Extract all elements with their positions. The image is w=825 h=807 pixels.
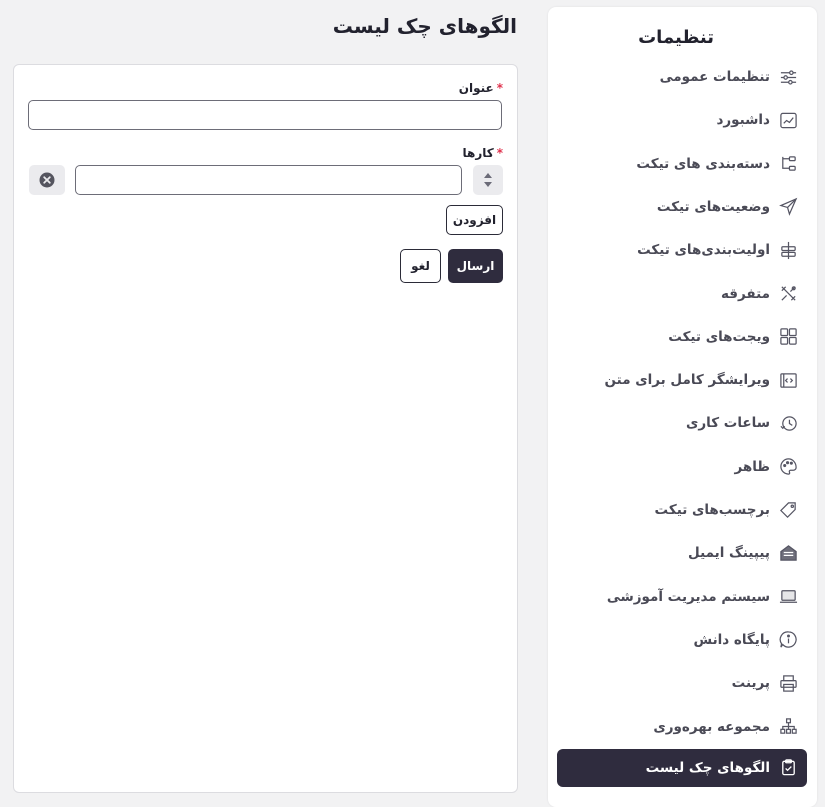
dashboard-chart-icon <box>778 110 798 130</box>
priority-layers-icon <box>778 240 798 260</box>
remove-task-button[interactable] <box>29 165 65 195</box>
sidebar-item-label: سیستم مدیریت آموزشی <box>606 588 770 605</box>
sidebar-item-dashboard-chart[interactable]: داشبورد <box>557 101 807 139</box>
sidebar-item-tools[interactable]: متفرقه <box>557 275 807 313</box>
info-bubble-icon <box>778 630 798 650</box>
send-arrow-icon <box>778 197 798 217</box>
sidebar-item-info-bubble[interactable]: پایگاه دانش <box>557 621 807 659</box>
cancel-button[interactable]: لغو <box>400 249 441 283</box>
title-field-label: *عنوان <box>458 81 503 95</box>
hierarchy-icon <box>778 717 798 737</box>
sidebar-item-label: ویرایشگر کامل برای متن <box>604 372 770 389</box>
required-mark: * <box>496 81 503 95</box>
code-editor-icon <box>778 370 798 390</box>
tasks-field-label: *کارها <box>462 146 504 160</box>
checklist-form-card: *عنوان *کارها افزودن ارسال لغو <box>13 64 518 793</box>
sidebar-item-label: پیپینگ ایمیل <box>688 545 770 562</box>
required-mark: * <box>496 146 503 160</box>
add-task-button[interactable]: افزودن <box>446 205 503 235</box>
sidebar-item-tag[interactable]: برچسب‌های تیکت <box>557 491 807 529</box>
laptop-icon <box>778 587 798 607</box>
email-piping-icon <box>778 543 798 563</box>
sidebar-item-hierarchy[interactable]: مجموعه بهره‌وری <box>557 708 807 746</box>
sidebar-item-category-tree[interactable]: دسته‌بندی های تیکت <box>557 145 807 183</box>
sidebar-item-label: الگوهای چک لیست <box>645 759 770 776</box>
sidebar-title: تنظیمات <box>638 27 714 48</box>
sidebar-item-label: پایگاه دانش <box>693 631 770 648</box>
sidebar-item-send-arrow[interactable]: وضعیت‌های تیکت <box>557 188 807 226</box>
reorder-stepper[interactable] <box>473 165 503 195</box>
sidebar-item-priority-layers[interactable]: اولیت‌بندی‌های تیکت <box>557 231 807 269</box>
clipboard-check-icon <box>778 758 798 778</box>
sidebar-item-label: مجموعه بهره‌وری <box>653 718 770 735</box>
sidebar-item-printer[interactable]: پرینت <box>557 664 807 702</box>
palette-icon <box>778 457 798 477</box>
sidebar-item-label: ساعات کاری <box>686 415 770 432</box>
settings-sidebar: تنظیمات تنظیمات عمومی داشبورد دسته‌بندی ها… <box>548 7 817 807</box>
title-input[interactable] <box>28 100 502 130</box>
sidebar-item-label: تنظیمات عمومی <box>659 69 770 85</box>
task-input[interactable] <box>75 165 462 195</box>
sidebar-item-sliders[interactable]: تنظیمات عمومی <box>557 58 807 96</box>
category-tree-icon <box>778 154 798 174</box>
sidebar-item-label: اولیت‌بندی‌های تیکت <box>637 242 770 259</box>
close-circle-icon <box>39 172 55 188</box>
sidebar-item-label: دسته‌بندی های تیکت <box>636 155 770 172</box>
tag-icon <box>778 500 798 520</box>
submit-button[interactable]: ارسال <box>448 249 503 283</box>
printer-icon <box>778 673 798 693</box>
sidebar-item-email-piping[interactable]: پیپینگ ایمیل <box>557 534 807 572</box>
sidebar-item-label: وضعیت‌های تیکت <box>656 198 770 215</box>
sidebar-item-laptop[interactable]: سیستم مدیریت آموزشی <box>557 578 807 616</box>
sort-arrows-icon <box>484 173 492 187</box>
tools-icon <box>778 284 798 304</box>
sidebar-item-label: پرینت <box>731 675 770 692</box>
sidebar-item-label: ویجت‌های تیکت <box>668 328 770 345</box>
sidebar-item-widgets-grid[interactable]: ویجت‌های تیکت <box>557 318 807 356</box>
page-title: الگوهای چک لیست <box>332 14 517 38</box>
sidebar-item-clock[interactable]: ساعات کاری <box>557 404 807 442</box>
sidebar-item-label: متفرقه <box>720 285 770 302</box>
sidebar-item-label: ظاهر <box>734 458 770 475</box>
widgets-grid-icon <box>778 327 798 347</box>
sliders-icon <box>778 67 798 87</box>
sidebar-item-palette[interactable]: ظاهر <box>557 448 807 486</box>
sidebar-item-code-editor[interactable]: ویرایشگر کامل برای متن <box>557 361 807 399</box>
sidebar-item-clipboard-check[interactable]: الگوهای چک لیست <box>557 748 807 787</box>
sidebar-item-label: برچسب‌های تیکت <box>654 502 770 518</box>
clock-icon <box>778 413 798 433</box>
sidebar-item-label: داشبورد <box>716 112 770 129</box>
